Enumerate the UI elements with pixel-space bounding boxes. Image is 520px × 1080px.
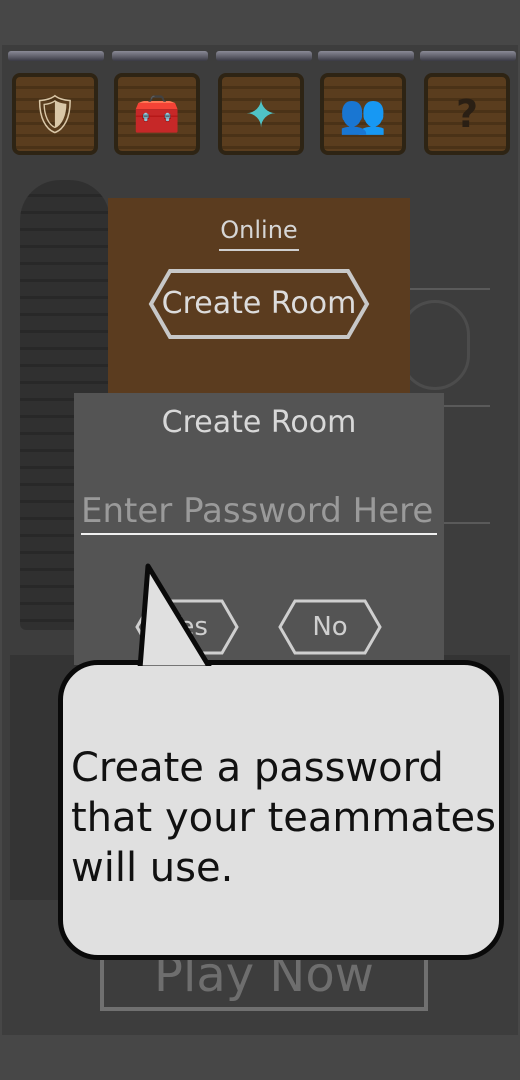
sign-help[interactable]: ? — [424, 73, 510, 155]
tooltip-text: Create a password that your teammates wi… — [71, 745, 496, 891]
sign-characters[interactable]: ✦ — [218, 73, 304, 155]
hooded-figures-icon: 👥 — [339, 92, 387, 136]
bg-ghost-shape — [400, 300, 470, 390]
question-mark-icon: ? — [455, 92, 479, 136]
no-button-label: No — [312, 612, 348, 642]
no-button[interactable]: No — [277, 598, 383, 656]
bottom-strip — [0, 1035, 520, 1080]
password-input[interactable] — [81, 489, 437, 535]
hanging-rod — [318, 51, 414, 61]
dialog-title: Create Room — [161, 405, 357, 440]
mage-figure-icon: ✦ — [245, 92, 277, 136]
hanging-rod — [216, 51, 312, 61]
yes-button-label: Yes — [166, 612, 208, 642]
tutorial-tooltip: Create a password that your teammates wi… — [58, 660, 504, 960]
hanging-rod — [8, 51, 104, 61]
sign-equipment[interactable]: 🛡 — [12, 73, 98, 155]
online-label-underline — [219, 249, 299, 251]
hanging-rod — [112, 51, 208, 61]
shield-sword-icon: 🛡 — [30, 92, 80, 136]
bg-divider — [440, 522, 490, 524]
game-screen: 🛡 🧰 ✦ 👥 ? Play Now Online Create Room Cr… — [0, 0, 520, 1080]
top-icon-row: 🛡 🧰 ✦ 👥 ? — [0, 45, 520, 165]
online-label: Online — [220, 216, 298, 244]
create-room-dialog: Create Room Yes No — [74, 393, 444, 665]
create-room-button-label: Create Room — [161, 286, 357, 321]
bg-divider — [440, 405, 490, 407]
bg-divider — [410, 288, 490, 290]
sign-multiplayer[interactable]: 👥 — [320, 73, 406, 155]
treasure-chest-icon: 🧰 — [133, 92, 181, 136]
online-panel: Online Create Room — [108, 198, 410, 398]
hanging-rod — [420, 51, 516, 61]
create-room-button[interactable]: Create Room — [148, 268, 370, 340]
sign-inventory[interactable]: 🧰 — [114, 73, 200, 155]
yes-button[interactable]: Yes — [134, 598, 240, 656]
